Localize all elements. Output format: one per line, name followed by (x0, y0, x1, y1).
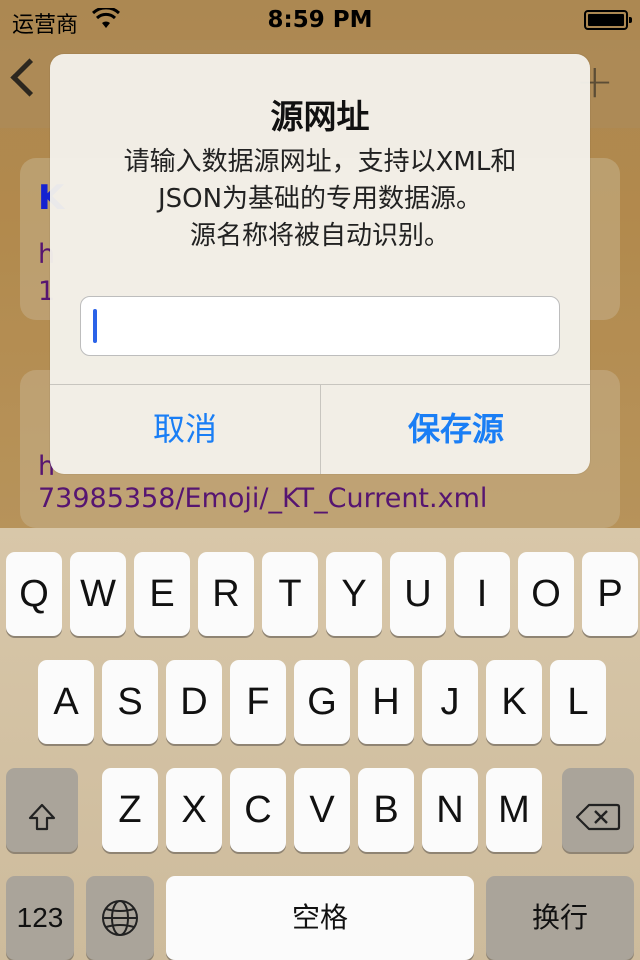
return-key[interactable]: 换行 (486, 876, 634, 960)
key-k[interactable]: K (486, 660, 542, 744)
key-f[interactable]: F (230, 660, 286, 744)
cancel-button[interactable]: 取消 (50, 385, 320, 474)
key-d[interactable]: D (166, 660, 222, 744)
key-y[interactable]: Y (326, 552, 382, 636)
key-g[interactable]: G (294, 660, 350, 744)
alert-message-line: 源名称将被自动识别。 (189, 221, 450, 251)
shift-icon (28, 803, 56, 831)
key-j[interactable]: J (422, 660, 478, 744)
status-bar: 运营商 8:59 PM (0, 0, 640, 40)
key-n[interactable]: N (422, 768, 478, 852)
key-v[interactable]: V (294, 768, 350, 852)
alert-message-line: 请输入数据源网址，支持以XML和 (123, 147, 517, 177)
numbers-key[interactable]: 123 (6, 876, 74, 960)
battery-icon (584, 10, 632, 30)
key-p[interactable]: P (582, 552, 638, 636)
key-c[interactable]: C (230, 768, 286, 852)
key-l[interactable]: L (550, 660, 606, 744)
shift-key[interactable] (6, 768, 78, 852)
key-h[interactable]: H (358, 660, 414, 744)
globe-key[interactable] (86, 876, 154, 960)
key-s[interactable]: S (102, 660, 158, 744)
key-m[interactable]: M (486, 768, 542, 852)
clock: 8:59 PM (267, 7, 373, 33)
delete-key[interactable] (562, 768, 634, 852)
key-t[interactable]: T (262, 552, 318, 636)
alert-title: 源网址 (270, 97, 370, 136)
alert-dialog: 源网址 请输入数据源网址，支持以XML和 JSON为基础的专用数据源。 源名称将… (50, 54, 590, 474)
keyboard: Q W E R T Y U I O P A S D F G H J K L Z … (0, 528, 640, 960)
globe-icon (102, 900, 138, 936)
key-q[interactable]: Q (6, 552, 62, 636)
key-b[interactable]: B (358, 768, 414, 852)
key-u[interactable]: U (390, 552, 446, 636)
key-z[interactable]: Z (102, 768, 158, 852)
url-input[interactable] (80, 296, 560, 356)
key-e[interactable]: E (134, 552, 190, 636)
save-source-button[interactable]: 保存源 (321, 385, 590, 474)
alert-message-line: JSON为基础的专用数据源。 (157, 184, 483, 214)
key-r[interactable]: R (198, 552, 254, 636)
delete-icon (575, 803, 621, 831)
space-key[interactable]: 空格 (166, 876, 474, 960)
key-o[interactable]: O (518, 552, 574, 636)
text-caret (93, 309, 97, 343)
key-w[interactable]: W (70, 552, 126, 636)
key-x[interactable]: X (166, 768, 222, 852)
key-a[interactable]: A (38, 660, 94, 744)
key-i[interactable]: I (454, 552, 510, 636)
